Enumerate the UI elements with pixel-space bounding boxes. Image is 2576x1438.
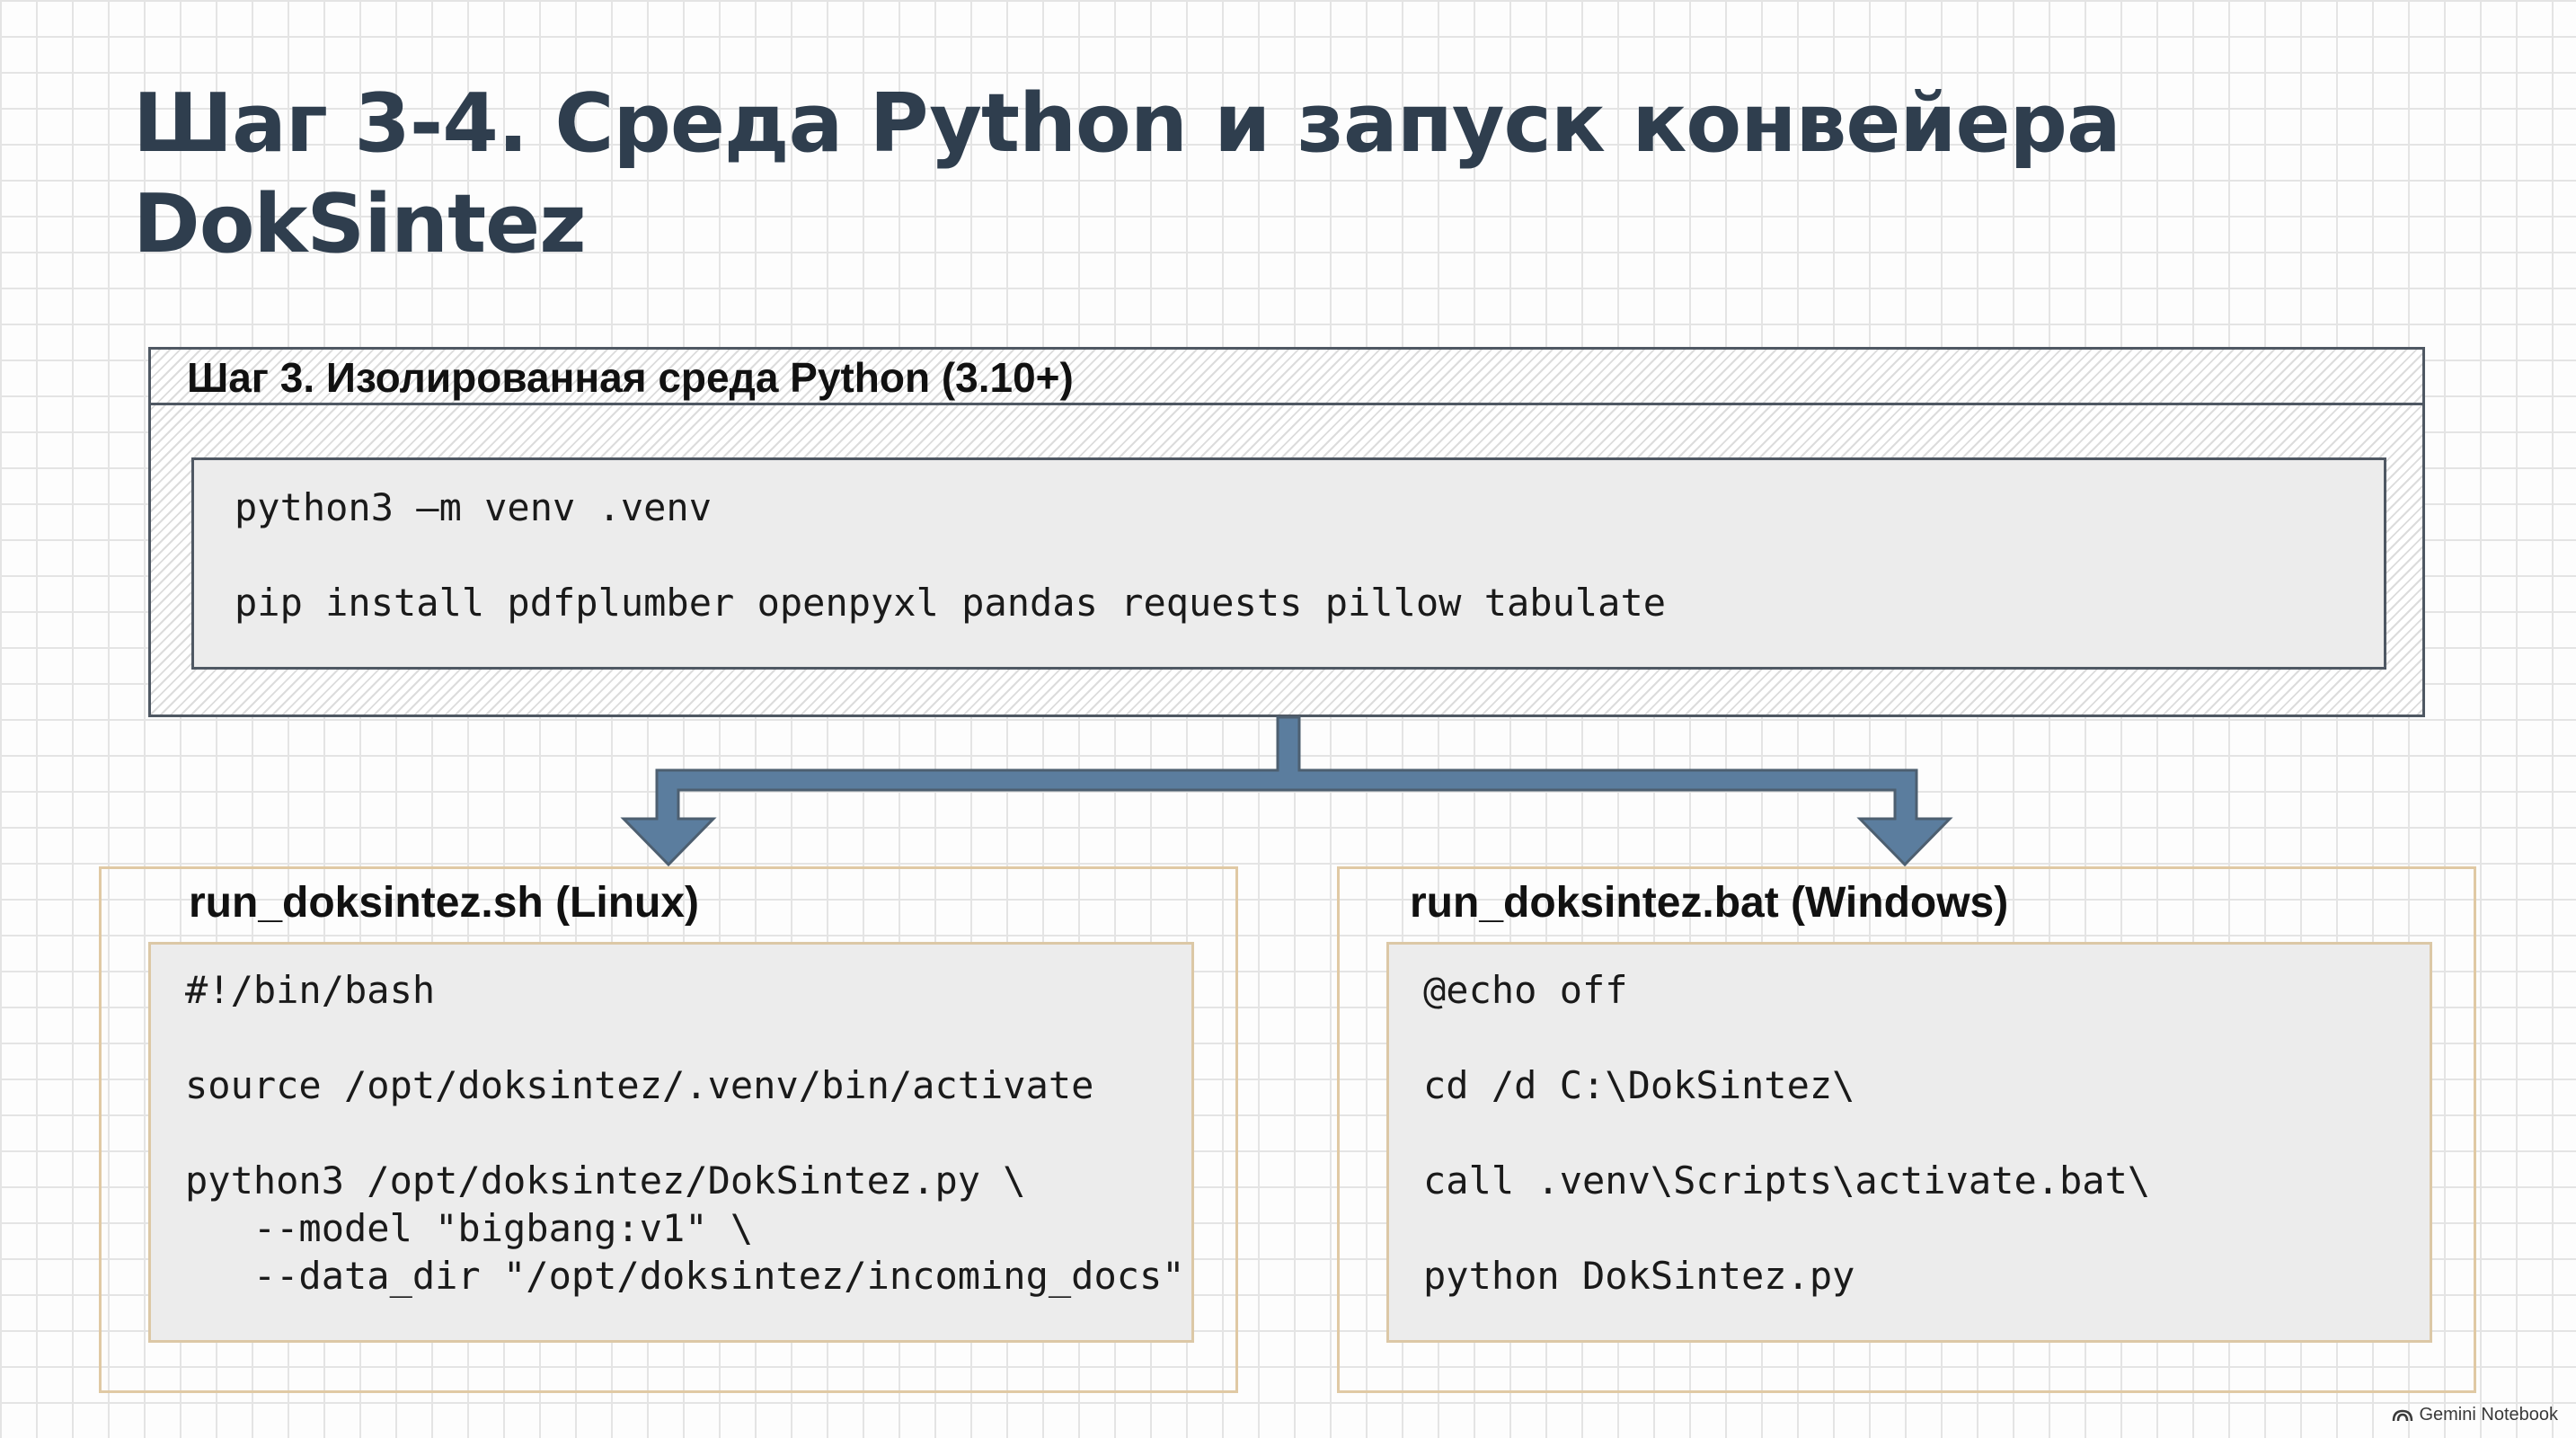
- windows-code-block: @echo off cd /d C:\DokSintez\ call .venv…: [1386, 942, 2432, 1343]
- windows-code-line-4: python DokSintez.py: [1423, 1254, 1855, 1298]
- linux-code-line-1: #!/bin/bash: [185, 968, 436, 1012]
- linux-script-title: run_doksintez.sh (Linux): [189, 879, 700, 927]
- step3-code-line-pip: pip install pdfplumber openpyxl pandas r…: [235, 581, 1667, 625]
- linux-script-panel: run_doksintez.sh (Linux) #!/bin/bash sou…: [99, 866, 1238, 1393]
- linux-code-line-4: --model "bigbang:v1" \: [185, 1206, 754, 1250]
- step3-header-bar: Шаг 3. Изолированная среда Python (3.10+…: [151, 350, 2422, 405]
- windows-script-panel: run_doksintez.bat (Windows) @echo off cd…: [1337, 866, 2476, 1393]
- slide-title: Шаг 3-4. Среда Python и запуск конвейера…: [133, 74, 2289, 275]
- windows-code-line-1: @echo off: [1423, 968, 1628, 1012]
- step3-code-line-venv: python3 –m venv .venv: [235, 485, 713, 529]
- linux-code-line-2: source /opt/doksintez/.venv/bin/activate: [185, 1063, 1094, 1107]
- slide-title-line-2: DokSintez: [133, 177, 587, 271]
- step3-code-block: python3 –m venv .venv pip install pdfplu…: [191, 457, 2386, 670]
- linux-code-line-3: python3 /opt/doksintez/DokSintez.py \: [185, 1158, 1026, 1203]
- watermark-label: Gemini Notebook: [2419, 1405, 2558, 1425]
- windows-code-line-2: cd /d C:\DokSintez\: [1423, 1063, 1855, 1107]
- linux-code-line-5: --data_dir "/opt/doksintez/incoming_docs…: [185, 1254, 1185, 1298]
- gemini-notebook-icon: [2393, 1409, 2413, 1421]
- watermark: Gemini Notebook: [2392, 1405, 2558, 1425]
- linux-code-block: #!/bin/bash source /opt/doksintez/.venv/…: [148, 942, 1194, 1343]
- step3-header-title: Шаг 3. Изолированная среда Python (3.10+…: [187, 354, 1074, 401]
- windows-code-line-3: call .venv\Scripts\activate.bat\: [1423, 1158, 2151, 1203]
- windows-script-title: run_doksintez.bat (Windows): [1410, 879, 2009, 927]
- slide-title-line-1: Шаг 3-4. Среда Python и запуск конвейера: [133, 76, 2121, 171]
- step3-panel: Шаг 3. Изолированная среда Python (3.10+…: [148, 347, 2425, 717]
- branch-arrows: [620, 715, 1953, 867]
- connector-arrow-shape: [620, 715, 1953, 867]
